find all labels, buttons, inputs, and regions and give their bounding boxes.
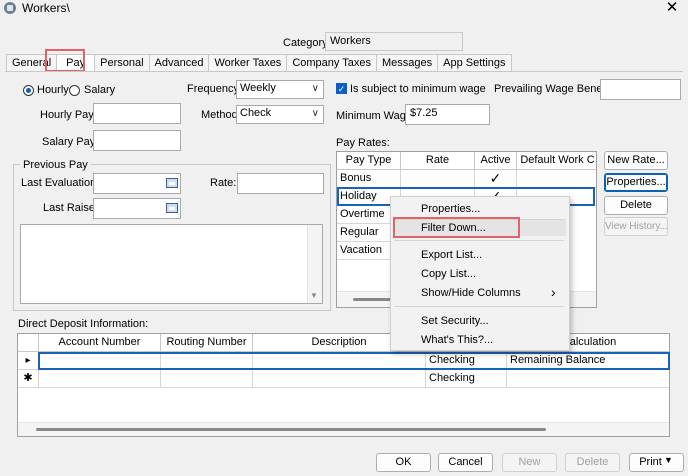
submenu-arrow-icon: › — [551, 284, 556, 300]
cancel-button[interactable]: Cancel — [438, 453, 493, 472]
dropdown-arrow-icon[interactable]: ▼ — [664, 455, 673, 465]
description-cell[interactable] — [253, 370, 426, 388]
scroll-thumb[interactable] — [36, 428, 546, 431]
new-rate-button[interactable]: New Rate... — [604, 151, 668, 170]
tab-pay-highlight — [45, 49, 85, 72]
menu-item-copy-list[interactable]: Copy List... — [421, 268, 476, 280]
account-type-cell[interactable]: Checking — [426, 370, 507, 388]
window-title: Workers\ — [22, 1, 70, 15]
ok-button[interactable]: OK — [376, 453, 431, 472]
calendar-icon[interactable] — [166, 203, 178, 213]
col-default-work[interactable]: Default Work C — [517, 152, 596, 170]
salary-pay-input[interactable] — [93, 130, 181, 151]
menu-item-set-security[interactable]: Set Security... — [421, 315, 489, 327]
col-rate[interactable]: Rate — [401, 152, 475, 170]
new-button[interactable]: New — [502, 453, 557, 472]
rate-input[interactable] — [237, 173, 324, 194]
new-row-marker: ✱ — [18, 370, 39, 388]
last-evaluation-label: Last Evaluation: — [21, 177, 100, 189]
tab-company-taxes[interactable]: Company Taxes — [286, 54, 377, 71]
view-history-button[interactable]: View History... — [604, 217, 668, 236]
chevron-down-icon: ∨ — [311, 83, 319, 94]
category-field[interactable]: Workers — [325, 32, 463, 51]
menu-item-properties[interactable]: Properties... — [421, 203, 480, 215]
calculation-cell[interactable] — [507, 370, 669, 388]
previous-pay-notes[interactable] — [20, 224, 323, 304]
col-pay-type[interactable]: Pay Type — [337, 152, 401, 170]
col-routing-number[interactable]: Routing Number — [161, 334, 253, 352]
prevailing-wage-input[interactable] — [600, 79, 681, 100]
list-item[interactable]: Bonus — [337, 170, 401, 188]
frequency-select[interactable]: Weekly ∨ — [236, 80, 324, 99]
print-label: Print — [639, 456, 662, 468]
filter-down-highlight — [393, 217, 520, 238]
col-active[interactable]: Active — [475, 152, 517, 170]
row-marker: ▸ — [18, 352, 39, 370]
calendar-icon[interactable] — [166, 178, 178, 188]
salary-pay-label: Salary Pay: — [42, 136, 99, 148]
rate-cell[interactable] — [401, 170, 475, 188]
pay-rates-label: Pay Rates: — [336, 137, 390, 149]
hourly-pay-input[interactable] — [93, 103, 181, 124]
col-account-number[interactable]: Account Number — [39, 334, 161, 352]
hourly-label: Hourly — [37, 84, 69, 96]
menu-item-export-list[interactable]: Export List... — [421, 249, 482, 261]
method-label: Method: — [201, 109, 241, 121]
active-check: ✓ — [475, 170, 517, 188]
close-icon[interactable]: ✕ — [662, 0, 682, 17]
app-icon — [4, 2, 16, 14]
tab-personal[interactable]: Personal — [94, 54, 150, 71]
print-button[interactable]: Print — [629, 453, 684, 472]
tab-worker-taxes[interactable]: Worker Taxes — [208, 54, 288, 71]
delete-button[interactable]: Delete — [565, 453, 620, 472]
method-value: Check — [240, 107, 272, 119]
direct-deposit-label: Direct Deposit Information: — [18, 318, 149, 330]
tab-advanced[interactable]: Advanced — [148, 54, 210, 71]
row-header-corner — [18, 334, 39, 352]
min-wage-checkbox-label: Is subject to minimum wage — [350, 83, 486, 95]
tab-messages[interactable]: Messages — [375, 54, 439, 71]
min-wage-checkbox[interactable]: ✓ — [336, 83, 347, 94]
method-select[interactable]: Check ∨ — [236, 105, 324, 124]
scroll-down-icon[interactable]: ▼ — [310, 291, 318, 300]
min-wage-label: Minimum Wage: — [336, 110, 416, 122]
hourly-pay-label: Hourly Pay: — [40, 109, 97, 121]
frequency-value: Weekly — [240, 82, 276, 94]
menu-item-whats-this[interactable]: What's This?... — [421, 334, 493, 346]
menu-separator — [394, 306, 564, 307]
menu-item-show-hide-columns[interactable]: Show/Hide Columns — [421, 287, 521, 299]
direct-deposit-grid[interactable]: Account Number Routing Number Descriptio… — [17, 333, 670, 437]
menu-separator — [394, 240, 564, 241]
hourly-radio[interactable] — [23, 85, 34, 96]
rate-label: Rate: — [210, 177, 237, 189]
chevron-down-icon: ∨ — [311, 108, 319, 119]
work-cell[interactable] — [517, 170, 596, 188]
category-label: Category: — [283, 37, 331, 49]
deposit-selected-row-outline — [38, 352, 670, 370]
tab-app-settings[interactable]: App Settings — [437, 54, 512, 71]
title-bar — [0, 0, 688, 18]
salary-label: Salary — [84, 84, 116, 96]
last-raise-label: Last Raise: — [43, 202, 99, 214]
account-cell[interactable] — [39, 370, 161, 388]
salary-radio[interactable] — [69, 85, 80, 96]
min-wage-input[interactable]: $7.25 — [405, 104, 490, 125]
routing-cell[interactable] — [161, 370, 253, 388]
prevailing-wage-label: Prevailing Wage Benefit: — [494, 83, 615, 95]
frequency-label: Frequency: — [187, 83, 243, 95]
delete-rate-button[interactable]: Delete — [604, 196, 668, 215]
properties-button[interactable]: Properties... — [604, 173, 668, 192]
previous-pay-title: Previous Pay — [20, 159, 91, 171]
scroll-thumb[interactable] — [353, 298, 393, 301]
